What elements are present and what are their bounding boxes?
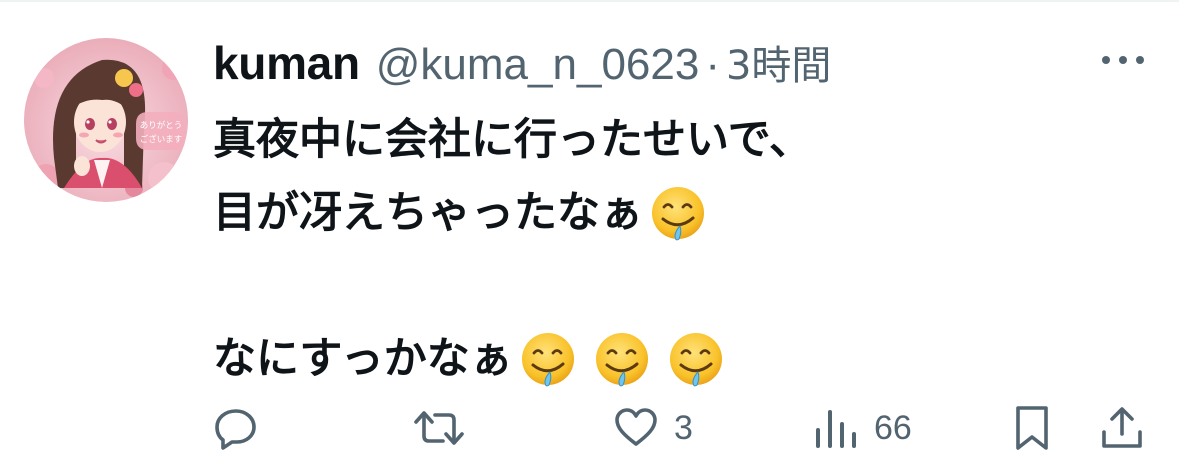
tweet-line-2-text: 目が冴えちゃったなぁ <box>213 188 643 238</box>
timestamp[interactable]: 3時間 <box>726 33 831 99</box>
tweet-line-3 <box>213 250 1153 323</box>
tweet-line-1-text: 真夜中に会社に行ったせいで、 <box>213 115 812 165</box>
views-icon <box>812 404 860 452</box>
drooling-face-emoji <box>649 185 707 243</box>
tweet-header: kuman @kuma_n_0623 · 3時間 <box>213 30 831 96</box>
user-handle[interactable]: @kuma_n_0623 <box>376 32 700 98</box>
display-name[interactable]: kuman <box>213 30 360 96</box>
reply-button[interactable] <box>212 400 274 456</box>
tweet-line-1: 真夜中に会社に行ったせいで、 <box>213 104 1153 177</box>
views-button[interactable]: 66 <box>812 400 912 456</box>
tweet-text: 真夜中に会社に行ったせいで、 目が冴えちゃったなぁ なにすっかなぁ <box>213 104 1153 396</box>
share-button[interactable] <box>1098 400 1146 456</box>
drooling-face-emoji <box>519 331 577 389</box>
views-count: 66 <box>874 408 912 447</box>
bookmark-button[interactable] <box>1012 400 1052 456</box>
like-button[interactable]: 3 <box>612 400 693 456</box>
tweet-line-4: なにすっかなぁ <box>213 323 1153 396</box>
tweet-line-4-text: なにすっかなぁ <box>213 334 513 384</box>
action-bar: 3 66 <box>0 400 1179 456</box>
top-divider <box>0 0 1179 2</box>
retweet-icon <box>413 404 465 452</box>
more-icon[interactable] <box>1098 50 1148 70</box>
bookmark-icon <box>1012 404 1052 452</box>
tweet-line-2: 目が冴えちゃったなぁ <box>213 177 1153 250</box>
avatar-caption-line2: ございます <box>140 134 183 145</box>
reply-icon <box>212 404 260 452</box>
avatar[interactable]: ありがとう ございます <box>24 38 188 202</box>
drooling-face-emoji <box>593 331 651 389</box>
avatar-caption-line1: ありがとう <box>140 120 183 131</box>
share-icon <box>1098 404 1146 452</box>
drooling-face-emoji <box>667 331 725 389</box>
like-icon <box>612 404 660 452</box>
retweet-button[interactable] <box>413 400 479 456</box>
like-count: 3 <box>674 408 693 447</box>
separator-dot: · <box>705 40 720 89</box>
